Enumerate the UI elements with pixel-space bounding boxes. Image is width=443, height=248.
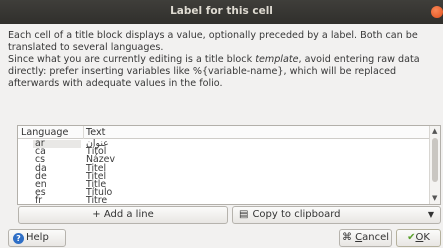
clipboard-icon: ▤ [239,209,249,220]
help-button[interactable]: ? Help [8,229,66,247]
window-title: Label for this cell [170,5,273,17]
row-language[interactable]: fr [35,196,42,206]
table-row[interactable]: de Titel [18,171,430,181]
column-header-language[interactable]: Language [21,127,68,138]
table-row[interactable]: fr Titre [18,196,430,206]
description-line-1: Each cell of a title block displays a va… [8,30,418,53]
table-row[interactable]: ca Títol [18,147,430,157]
cancel-button[interactable]: ⌘ Cancel [339,229,392,247]
table-header: Language Text [18,126,430,139]
translations-table[interactable]: Language Text ar عنوان ca Títol cs Název da… [17,125,441,206]
scrollbar-thumb[interactable] [432,138,438,182]
column-header-text[interactable]: Text [86,127,105,138]
vertical-scrollbar[interactable]: ▲ ▼ [429,126,440,204]
ok-button[interactable]: ✔OK [396,229,441,247]
cancel-icon: ⌘ [341,232,352,243]
help-label: Help [26,232,49,243]
description-line-2: Since what you are currently editing is … [8,54,420,89]
column-separator [83,126,84,139]
table-row[interactable]: en Title [18,180,430,190]
window-titlebar: Label for this cell [0,0,443,24]
description: Each cell of a title block displays a va… [8,30,438,90]
scroll-up-arrow-icon[interactable]: ▲ [432,127,437,135]
table-row[interactable]: cs Název [18,155,430,165]
chevron-down-icon[interactable]: ▼ [428,207,434,223]
table-row[interactable]: da Titel [18,163,430,173]
copy-to-clipboard-label: Copy to clipboard [252,209,341,220]
table-rows: ar عنوان ca Títol cs Název da Titel de Titel … [18,139,430,206]
scroll-down-arrow-icon[interactable]: ▼ [432,194,437,202]
row-text[interactable]: Titre [86,196,107,206]
copy-to-clipboard-button[interactable]: ▤ Copy to clipboard ▼ [232,206,441,224]
help-icon: ? [13,233,24,244]
table-row[interactable]: ar عنوان [18,139,430,148]
add-line-button[interactable]: + Add a line [18,206,228,224]
table-row[interactable]: es Título [18,188,430,198]
close-window-button[interactable] [431,6,443,18]
